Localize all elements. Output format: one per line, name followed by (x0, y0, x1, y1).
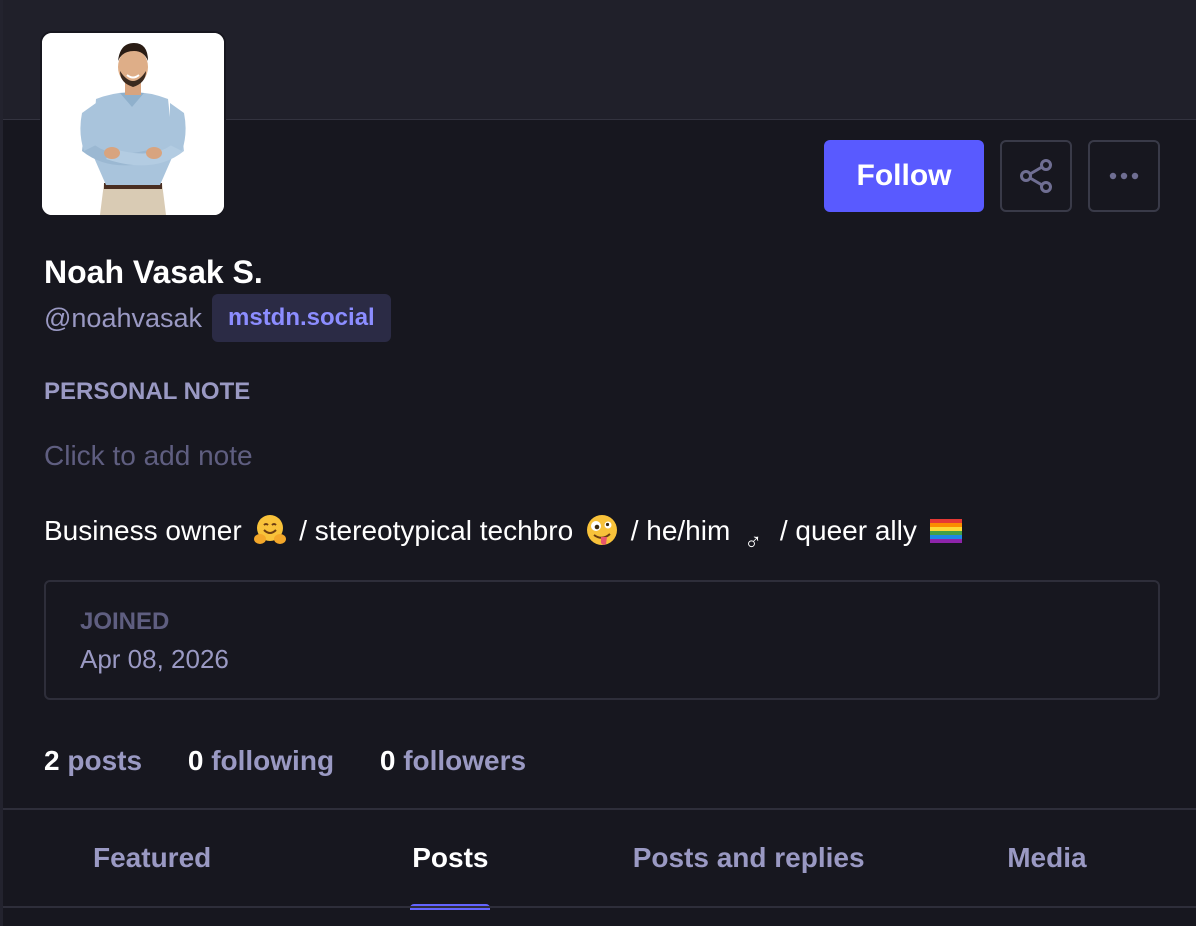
tab-featured[interactable]: Featured (3, 810, 301, 906)
left-border (0, 0, 3, 926)
bio-text-4: / queer ally (779, 515, 917, 546)
posts-count: 2 (44, 745, 60, 776)
bio-text-3: / he/him (630, 515, 731, 546)
followers-count-link[interactable]: 0 followers (380, 742, 526, 780)
personal-note-label: PERSONAL NOTE (44, 378, 251, 405)
male-symbol-icon: ♂ (744, 529, 763, 556)
following-count-link[interactable]: 0 following (188, 742, 334, 780)
tab-posts-label: Posts (412, 842, 489, 873)
avatar-image (42, 33, 224, 215)
tab-posts[interactable]: Posts (301, 810, 599, 910)
profile-counts: 2 posts 0 following 0 followers (44, 742, 564, 780)
following-count: 0 (187, 745, 204, 776)
zany-face-emoji (586, 515, 617, 545)
tab-featured-label: Featured (93, 842, 212, 873)
posts-count-link[interactable]: 2 posts (44, 742, 142, 780)
bio-text-1: Business owner (44, 515, 242, 546)
more-options-button[interactable] (1088, 140, 1160, 212)
more-icon (1109, 172, 1139, 180)
followers-count-label: followers (403, 745, 527, 776)
display-name: Noah Vasak S. (44, 254, 263, 290)
personal-note-input[interactable]: Click to add note (44, 438, 253, 474)
avatar[interactable] (40, 31, 226, 217)
tab-media[interactable]: Media (898, 810, 1196, 906)
domain-badge[interactable]: mstdn.social (212, 294, 391, 342)
joined-info-box: JOINED Apr 08, 2026 (44, 580, 1160, 700)
share-icon (1020, 159, 1052, 193)
profile-bio: Business owner / stereotypical techbro /… (44, 512, 967, 562)
following-count-label: following (211, 745, 335, 776)
bio-text-2: / stereotypical techbro (299, 515, 574, 546)
rainbow-flag-emoji (929, 519, 962, 543)
tabs-bottom-border (3, 906, 1196, 908)
tab-media-label: Media (1007, 842, 1087, 873)
hugging-face-emoji (254, 515, 287, 544)
share-button[interactable] (1000, 140, 1072, 212)
tab-posts-and-replies[interactable]: Posts and replies (600, 810, 898, 906)
follow-button[interactable]: Follow (824, 140, 984, 212)
followers-count: 0 (379, 745, 396, 776)
tab-posts-and-replies-label: Posts and replies (632, 842, 865, 873)
posts-count-label: posts (67, 745, 143, 776)
username: @noahvasak (44, 303, 203, 333)
joined-label: JOINED (80, 608, 170, 635)
profile-tabs: Featured Posts Posts and replies Media (3, 810, 1196, 910)
joined-date: Apr 08, 2026 (80, 644, 229, 674)
